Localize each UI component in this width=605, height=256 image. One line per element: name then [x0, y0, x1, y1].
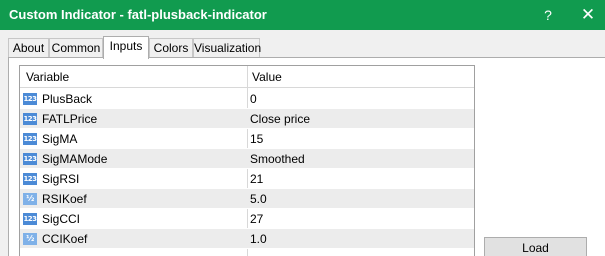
- variable-name: FATLPrice: [42, 112, 98, 126]
- integer-type-icon: 123: [23, 133, 37, 145]
- variable-value[interactable]: 27: [250, 212, 263, 226]
- tab-common[interactable]: Common: [49, 38, 103, 58]
- table-row[interactable]: ½ CCIKoef 1.0: [20, 229, 474, 249]
- inputs-table: Variable Value 123 PlusBack 0 123 FATLPr…: [19, 65, 475, 256]
- integer-type-icon: 123: [23, 93, 37, 105]
- variable-name: CCIKoef: [42, 232, 88, 246]
- double-type-icon: ½: [23, 193, 37, 205]
- integer-type-icon: 123: [23, 113, 37, 125]
- integer-type-icon: 123: [23, 213, 37, 225]
- variable-name: PlusBack: [42, 92, 93, 106]
- variable-value[interactable]: 1.0: [250, 232, 267, 246]
- variable-value[interactable]: 15: [250, 132, 263, 146]
- table-row[interactable]: ½ RSIKoef 5.0: [20, 189, 474, 209]
- variable-value[interactable]: Smoothed: [250, 152, 305, 166]
- integer-type-icon: 123: [23, 153, 37, 165]
- variable-value[interactable]: 5.0: [250, 192, 267, 206]
- variable-value[interactable]: Close price: [250, 112, 310, 126]
- help-button[interactable]: ?: [531, 0, 565, 30]
- table-row[interactable]: 123 SigRSI 21: [20, 169, 474, 189]
- table-row[interactable]: 123 SigMAMode Smoothed: [20, 149, 474, 169]
- column-header-value[interactable]: Value: [252, 70, 282, 84]
- load-button[interactable]: Load: [484, 237, 587, 256]
- variable-value[interactable]: 21: [250, 172, 263, 186]
- title-bar: Custom Indicator - fatl-plusback-indicat…: [0, 0, 605, 30]
- variable-name: SigMAMode: [42, 152, 108, 166]
- integer-type-icon: 123: [23, 173, 37, 185]
- window-title: Custom Indicator - fatl-plusback-indicat…: [9, 7, 267, 22]
- tab-visualization[interactable]: Visualization: [193, 38, 261, 58]
- variable-name: SigRSI: [42, 172, 80, 186]
- variable-value[interactable]: 0: [250, 92, 257, 106]
- variable-name: SigMA: [42, 132, 78, 146]
- tab-colors[interactable]: Colors: [149, 38, 193, 58]
- table-row[interactable]: 123 SigCCI 27: [20, 209, 474, 229]
- variable-name: RSIKoef: [42, 192, 87, 206]
- table-row[interactable]: 123 SigMA 15: [20, 129, 474, 149]
- tab-about[interactable]: About: [8, 38, 49, 58]
- tab-inputs[interactable]: Inputs: [103, 36, 149, 59]
- column-header-variable[interactable]: Variable: [26, 70, 69, 84]
- double-type-icon: ½: [23, 233, 37, 245]
- table-row[interactable]: 123 FATLPrice Close price: [20, 109, 474, 129]
- close-button[interactable]: ✕: [571, 0, 605, 30]
- table-row[interactable]: 123 PlusBack 0: [20, 89, 474, 109]
- variable-name: SigCCI: [42, 212, 81, 226]
